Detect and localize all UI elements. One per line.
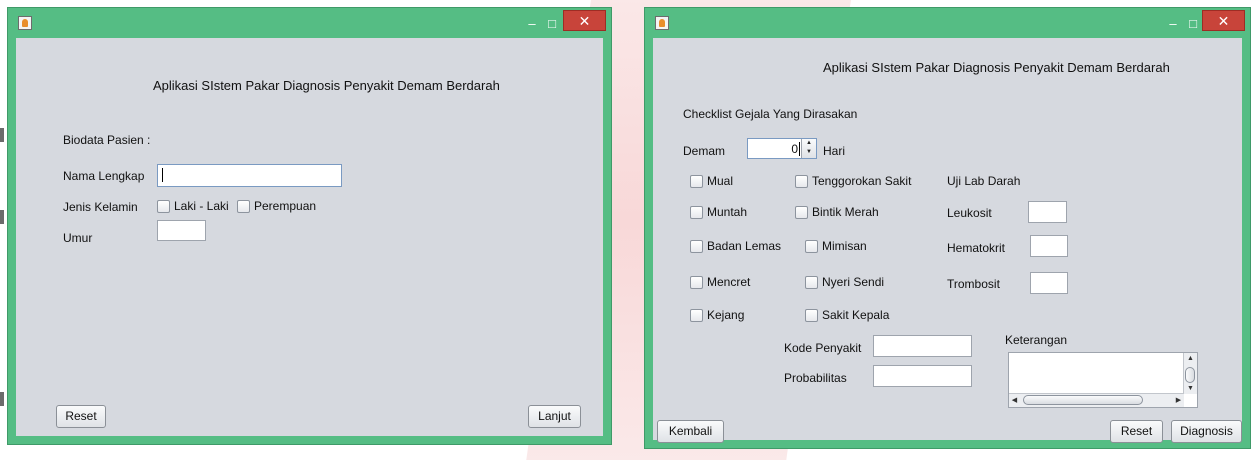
symptom-label: Tenggorokan Sakit	[812, 174, 912, 188]
hematokrit-input[interactable]	[1030, 235, 1068, 257]
scroll-right-icon[interactable]: ▶	[1173, 394, 1184, 407]
app-title: Aplikasi SIstem Pakar Diagnosis Penyakit…	[153, 78, 500, 93]
maximize-button[interactable]: □	[540, 14, 564, 34]
title-bar[interactable]: – □ ✕	[8, 8, 611, 38]
reset-button[interactable]: Reset	[56, 405, 106, 428]
gender-label: Jenis Kelamin	[63, 200, 138, 214]
background-mark	[0, 128, 4, 142]
background-mark	[0, 392, 4, 406]
java-app-icon	[18, 16, 32, 30]
symptom-label: Muntah	[707, 205, 748, 219]
probability-input[interactable]	[873, 365, 972, 387]
symptom-label: Kejang	[707, 308, 745, 322]
fever-days-value: 0	[791, 142, 798, 156]
name-input[interactable]	[157, 164, 342, 187]
java-app-icon	[655, 16, 669, 30]
gender-female-label: Perempuan	[254, 199, 317, 213]
fever-days-spinner[interactable]: 0 ▲ ▼	[747, 138, 817, 159]
trombosit-label: Trombosit	[947, 277, 1000, 291]
scroll-thumb[interactable]	[1185, 367, 1195, 383]
symptom-checkbox-mimisan[interactable]	[805, 240, 818, 253]
symptom-label: Badan Lemas	[707, 239, 782, 253]
symptom-label: Sakit Kepala	[822, 308, 890, 322]
lab-test-title: Uji Lab Darah	[947, 174, 1021, 188]
symptom-checkbox-nyeri-sendi[interactable]	[805, 276, 818, 289]
vertical-scrollbar[interactable]: ▲ ▼	[1183, 353, 1197, 394]
app-title: Aplikasi SIstem Pakar Diagnosis Penyakit…	[823, 60, 1170, 75]
patient-biodata-window: – □ ✕ Aplikasi SIstem Pakar Diagnosis Pe…	[8, 8, 611, 444]
title-bar[interactable]: – □ ✕	[645, 8, 1250, 38]
symptom-checkbox-mual[interactable]	[690, 175, 703, 188]
spinner-buttons[interactable]: ▲ ▼	[801, 139, 816, 158]
disease-code-input[interactable]	[873, 335, 972, 357]
scroll-thumb[interactable]	[1023, 395, 1143, 405]
probability-label: Probabilitas	[784, 371, 847, 385]
spinner-up-icon[interactable]: ▲	[802, 139, 816, 148]
fever-unit-label: Hari	[823, 144, 846, 158]
close-button[interactable]: ✕	[563, 10, 606, 31]
background-mark	[0, 210, 4, 224]
symptom-label: Mimisan	[822, 239, 867, 253]
hematokrit-label: Hematokrit	[947, 241, 1006, 255]
horizontal-scrollbar[interactable]: ◀ ▶	[1009, 393, 1184, 407]
symptom-checkbox-muntah[interactable]	[690, 206, 703, 219]
text-caret	[162, 168, 163, 182]
gender-female-checkbox[interactable]	[237, 200, 250, 213]
symptom-checkbox-sakit-kepala[interactable]	[805, 309, 818, 322]
back-button[interactable]: Kembali	[657, 420, 724, 443]
symptom-label: Bintik Merah	[812, 205, 879, 219]
diagnose-button[interactable]: Diagnosis	[1171, 420, 1242, 443]
symptom-label: Mual	[707, 174, 734, 188]
name-label: Nama Lengkap	[63, 169, 145, 183]
leukosit-label: Leukosit	[947, 206, 992, 220]
symptom-checkbox-bintik-merah[interactable]	[795, 206, 808, 219]
scroll-up-icon[interactable]: ▲	[1184, 353, 1197, 364]
notes-textarea[interactable]: ▲ ▼ ◀ ▶	[1008, 352, 1198, 408]
gender-male-checkbox[interactable]	[157, 200, 170, 213]
form-panel: Aplikasi SIstem Pakar Diagnosis Penyakit…	[16, 38, 603, 436]
scroll-down-icon[interactable]: ▼	[1184, 383, 1197, 394]
fever-label: Demam	[683, 144, 726, 158]
disease-code-label: Kode Penyakit	[784, 341, 862, 355]
symptom-label: Nyeri Sendi	[822, 275, 885, 289]
age-label: Umur	[63, 231, 93, 245]
age-input[interactable]	[157, 220, 206, 241]
symptom-checkbox-mencret[interactable]	[690, 276, 703, 289]
trombosit-input[interactable]	[1030, 272, 1068, 294]
gender-male-label: Laki - Laki	[174, 199, 229, 213]
symptom-checkbox-kejang[interactable]	[690, 309, 703, 322]
scroll-left-icon[interactable]: ◀	[1009, 394, 1020, 407]
notes-label: Keterangan	[1005, 333, 1068, 347]
symptom-diagnosis-window: – □ ✕ Aplikasi SIstem Pakar Diagnosis Pe…	[645, 8, 1250, 448]
symptom-checkbox-badan-lemas[interactable]	[690, 240, 703, 253]
form-panel: Aplikasi SIstem Pakar Diagnosis Penyakit…	[653, 38, 1242, 443]
symptom-label: Mencret	[707, 275, 751, 289]
next-button[interactable]: Lanjut	[528, 405, 581, 428]
reset-button[interactable]: Reset	[1110, 420, 1163, 443]
text-caret	[799, 142, 800, 156]
spinner-down-icon[interactable]: ▼	[802, 148, 816, 157]
section-label: Checklist Gejala Yang Dirasakan	[683, 107, 858, 121]
section-label: Biodata Pasien :	[63, 133, 151, 147]
close-button[interactable]: ✕	[1202, 10, 1245, 31]
leukosit-input[interactable]	[1028, 201, 1067, 223]
symptom-checkbox-tenggorokan-sakit[interactable]	[795, 175, 808, 188]
